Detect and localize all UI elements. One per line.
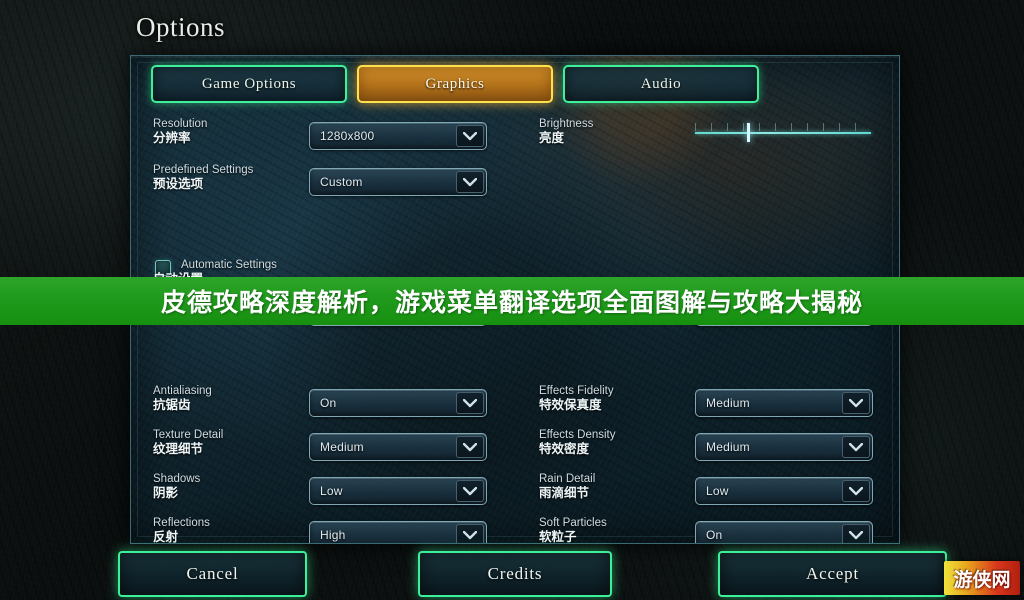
dropdown-reflections-value: High — [320, 528, 346, 542]
chevron-down-icon — [842, 436, 870, 458]
label-automatic-settings: Automatic Settings 自动设置 — [153, 259, 277, 286]
label-predefined-settings: Predefined Settings 预设选项 — [153, 164, 254, 192]
page-title: Options — [136, 12, 226, 42]
label-reflections: Reflections 反射 — [153, 517, 210, 544]
label-brightness: Brightness 亮度 — [539, 118, 594, 146]
label-effects-fidelity: Effects Fidelity 特效保真度 — [539, 385, 614, 413]
dropdown-effects-density[interactable]: Medium — [695, 433, 873, 461]
accept-button[interactable]: Accept — [718, 551, 947, 597]
dropdown-soft-particles-value: On — [706, 528, 723, 542]
slider-ticks — [695, 123, 871, 131]
promo-banner: 皮德攻略深度解析，游戏菜单翻译选项全面图解与攻略大揭秘 — [0, 277, 1024, 325]
dropdown-antialiasing-value: On — [320, 396, 337, 410]
chevron-down-icon — [456, 436, 484, 458]
dropdown-texture-detail[interactable]: Medium — [309, 433, 487, 461]
dropdown-rain-detail[interactable]: Low — [695, 477, 873, 505]
dropdown-predefined-settings[interactable]: Custom — [309, 168, 487, 196]
chevron-down-icon — [842, 480, 870, 502]
chevron-down-icon — [456, 480, 484, 502]
label-antialiasing: Antialiasing 抗锯齿 — [153, 385, 212, 413]
dropdown-shadows[interactable]: Low — [309, 477, 487, 505]
tab-game-options[interactable]: Game Options — [151, 65, 347, 103]
chevron-down-icon — [842, 524, 870, 543]
dropdown-effects-density-value: Medium — [706, 440, 750, 454]
dropdown-resolution-value: 1280x800 — [320, 129, 375, 143]
site-watermark-text: 游侠网 — [953, 568, 1011, 591]
slider-handle[interactable] — [746, 123, 750, 142]
tab-audio[interactable]: Audio — [563, 65, 759, 103]
dropdown-predefined-settings-value: Custom — [320, 175, 363, 189]
tab-bar: Game Options Graphics Audio — [151, 65, 881, 103]
credits-button[interactable]: Credits — [418, 551, 612, 597]
site-watermark: 游侠网 — [944, 561, 1020, 595]
label-shadows: Shadows 阴影 — [153, 473, 201, 501]
dropdown-resolution[interactable]: 1280x800 — [309, 122, 487, 150]
label-resolution: Resolution 分辨率 — [153, 118, 208, 146]
chevron-down-icon — [842, 392, 870, 414]
slider-brightness[interactable] — [695, 123, 871, 143]
chevron-down-icon — [456, 524, 484, 543]
dropdown-rain-detail-value: Low — [706, 484, 729, 498]
dropdown-shadows-value: Low — [320, 484, 343, 498]
tab-graphics[interactable]: Graphics — [357, 65, 553, 103]
label-soft-particles: Soft Particles 软粒子 （开启后加强爆破、烟雾、枪火显示效果） — [539, 517, 607, 544]
dropdown-effects-fidelity[interactable]: Medium — [695, 389, 873, 417]
dropdown-reflections[interactable]: High — [309, 521, 487, 543]
chevron-down-icon — [456, 392, 484, 414]
label-effects-density: Effects Density 特效密度 — [539, 429, 616, 457]
dropdown-effects-fidelity-value: Medium — [706, 396, 750, 410]
promo-banner-text: 皮德攻略深度解析，游戏菜单翻译选项全面图解与攻略大揭秘 — [160, 288, 863, 317]
cancel-button[interactable]: Cancel — [118, 551, 307, 597]
dropdown-antialiasing[interactable]: On — [309, 389, 487, 417]
label-rain-detail: Rain Detail 雨滴细节 — [539, 473, 596, 501]
slider-track — [695, 132, 871, 134]
dropdown-texture-detail-value: Medium — [320, 440, 364, 454]
label-texture-detail: Texture Detail 纹理细节 — [153, 429, 224, 457]
chevron-down-icon — [456, 125, 484, 147]
chevron-down-icon — [456, 171, 484, 193]
dropdown-soft-particles[interactable]: On — [695, 521, 873, 543]
